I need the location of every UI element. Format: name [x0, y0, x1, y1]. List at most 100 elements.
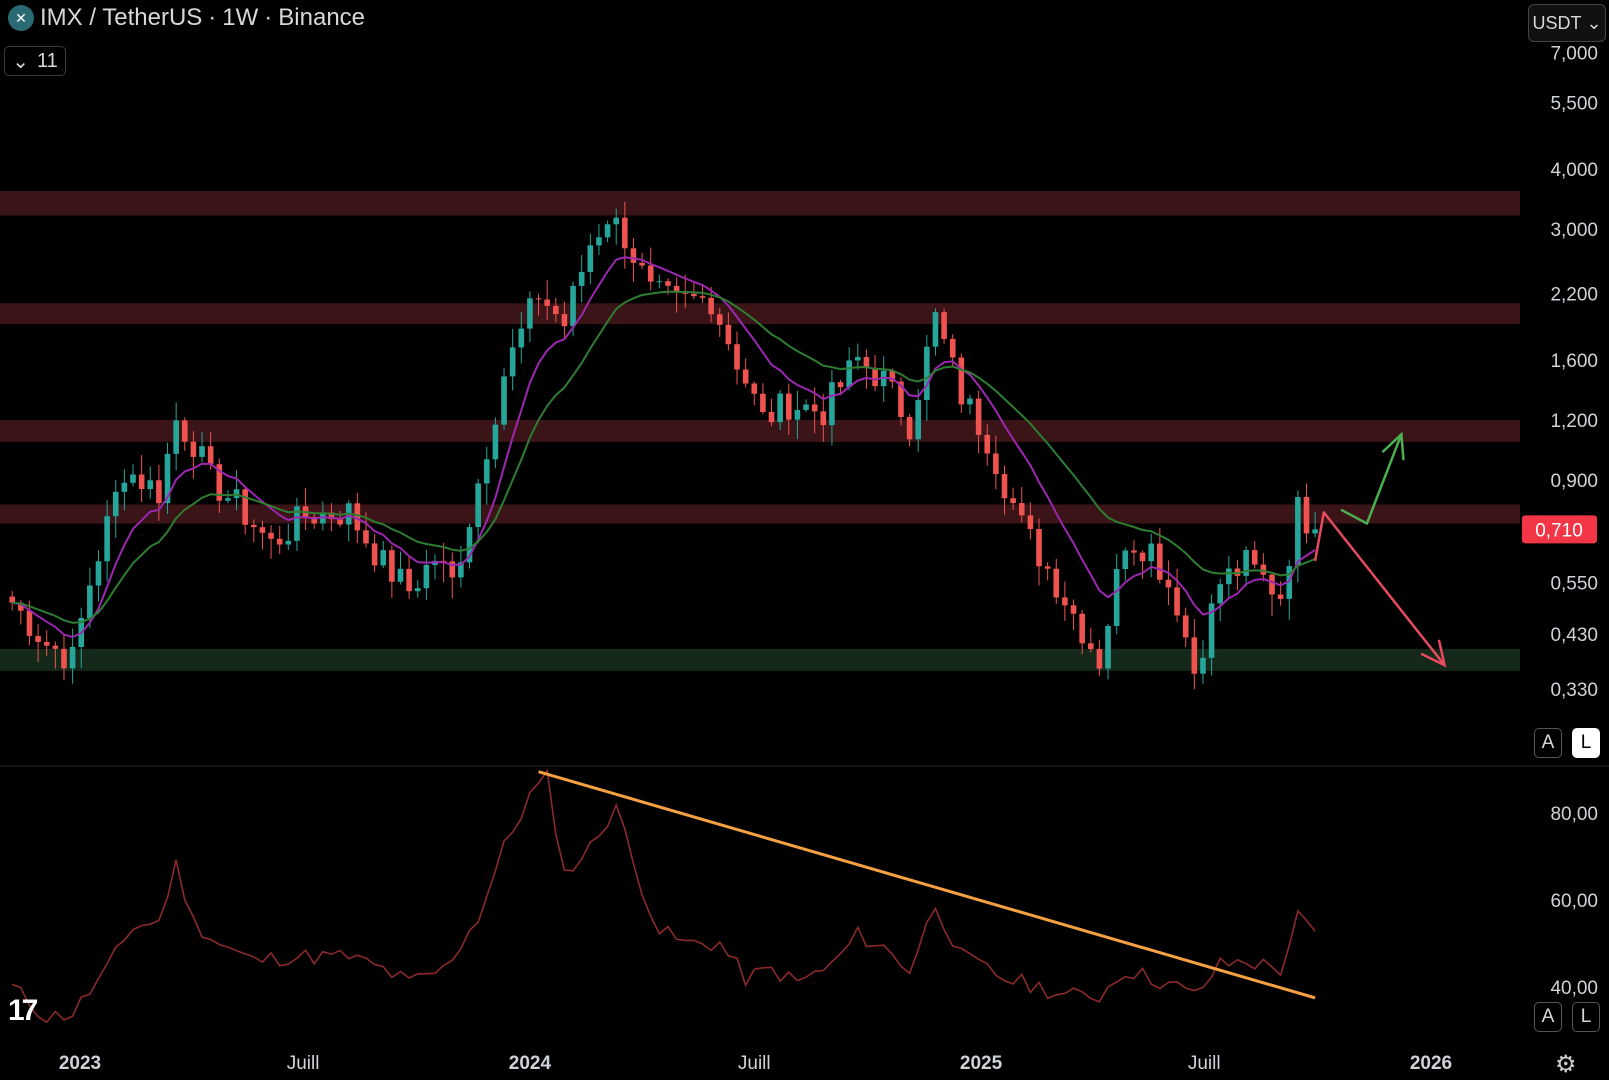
- price-tick-label: 0,900: [1550, 471, 1598, 492]
- candle-body: [1303, 497, 1310, 534]
- candle-body: [251, 524, 257, 528]
- chart-canvas[interactable]: 7,000 5,500 4,000 3,000 2,200 1,600 1,200 0,900…: [0, 0, 1609, 1080]
- candle-body: [794, 409, 801, 420]
- rsi-tick-label: 60,00: [1550, 891, 1598, 912]
- candle-body: [371, 543, 378, 566]
- price-auto-scale-button[interactable]: A: [1534, 728, 1562, 758]
- candle-body: [639, 262, 645, 266]
- time-tick-label: Juill: [287, 1053, 320, 1074]
- candle-body: [1053, 568, 1060, 598]
- candle-body: [483, 459, 490, 484]
- candle-body: [924, 346, 930, 401]
- candle-body: [596, 237, 602, 246]
- candle-body: [121, 482, 128, 492]
- interval-label: 1W: [222, 4, 259, 31]
- candle-body: [803, 404, 809, 410]
- candle-body: [1191, 637, 1198, 674]
- candle-body: [199, 446, 205, 457]
- candles-layer: [9, 202, 1318, 690]
- candle-body: [760, 393, 766, 413]
- candle-body: [406, 568, 412, 592]
- price-log-scale-button[interactable]: L: [1572, 728, 1600, 758]
- price-tick-label: 0,330: [1550, 680, 1598, 701]
- exchange-label: Binance: [278, 4, 366, 31]
- candle-body: [518, 328, 525, 348]
- candle-body: [354, 503, 361, 531]
- candle-body: [61, 648, 67, 669]
- candle-body: [1251, 550, 1258, 565]
- candle-body: [578, 271, 585, 286]
- time-tick-label: Juill: [1188, 1053, 1221, 1074]
- candle-body: [1044, 566, 1051, 569]
- candle-body: [975, 398, 982, 435]
- resistance-zone: [0, 419, 1520, 442]
- candle-body: [35, 635, 41, 642]
- candle-body: [147, 480, 154, 490]
- candle-body: [1165, 579, 1172, 588]
- candle-body: [104, 516, 110, 562]
- candle-body: [207, 446, 214, 465]
- candle-body: [829, 382, 835, 426]
- candle-body: [43, 641, 50, 646]
- candle-body: [699, 296, 706, 298]
- price-tick-label: 0,430: [1550, 625, 1598, 646]
- candle-body: [1312, 529, 1318, 534]
- candle-body: [837, 382, 844, 388]
- candle-body: [1010, 498, 1016, 504]
- price-tick-label: 1,600: [1550, 351, 1598, 372]
- symbol-header[interactable]: ✕ IMX / TetherUS · 1W · Binance: [8, 4, 365, 32]
- candle-body: [1269, 574, 1275, 595]
- candle-body: [130, 474, 136, 483]
- candle-body: [242, 489, 248, 525]
- tradingview-logo-icon: 17: [8, 994, 38, 1027]
- price-tick-label: 5,500: [1550, 94, 1598, 115]
- candle-body: [380, 550, 387, 566]
- candle-body: [932, 312, 939, 347]
- currency-select[interactable]: USDT ⌄: [1528, 4, 1606, 42]
- candle-body: [414, 588, 421, 592]
- time-tick-label: 2025: [960, 1053, 1003, 1074]
- candle-body: [725, 324, 732, 345]
- rsi-tick-label: 80,00: [1550, 804, 1598, 825]
- candle-body: [647, 265, 654, 282]
- candle-body: [1182, 615, 1189, 638]
- candle-body: [138, 474, 145, 490]
- candle-body: [1001, 474, 1008, 499]
- candle-body: [475, 483, 481, 528]
- candle-body: [87, 585, 93, 619]
- candle-body: [69, 646, 76, 669]
- candle-body: [665, 281, 671, 286]
- candle-body: [1295, 497, 1301, 567]
- candle-body: [363, 530, 369, 544]
- candle-body: [1226, 568, 1232, 585]
- candle-body: [915, 400, 922, 440]
- candle-body: [691, 293, 697, 297]
- candle-body: [906, 416, 913, 440]
- indicators-toggle-button[interactable]: ⌄ 11: [4, 46, 66, 76]
- candle-body: [1139, 552, 1146, 562]
- price-tick-label: 4,000: [1550, 160, 1598, 181]
- candle-body: [268, 532, 274, 539]
- chevron-down-icon: ⌄: [1581, 12, 1602, 33]
- candle-body: [811, 404, 818, 412]
- candle-body: [630, 248, 637, 263]
- rsi-log-scale-button[interactable]: L: [1572, 1002, 1600, 1032]
- candle-body: [535, 298, 542, 300]
- candle-body: [389, 550, 395, 582]
- candle-body: [1122, 550, 1129, 570]
- candle-body: [604, 224, 611, 238]
- rsi-auto-scale-button[interactable]: A: [1534, 1002, 1562, 1032]
- candle-body: [993, 453, 999, 475]
- candle-body: [984, 434, 991, 454]
- candle-body: [613, 217, 620, 225]
- time-tick-label: Juill: [738, 1053, 771, 1074]
- candle-body: [509, 347, 516, 377]
- settings-gear-icon[interactable]: ⚙: [1555, 1050, 1577, 1079]
- candle-body: [967, 398, 973, 405]
- candle-body: [1217, 584, 1224, 604]
- candle-body: [846, 360, 852, 388]
- time-tick-label: 2026: [1410, 1053, 1452, 1074]
- chevron-down-icon: ⌄: [12, 50, 29, 73]
- candle-body: [872, 367, 878, 387]
- candle-body: [785, 393, 792, 420]
